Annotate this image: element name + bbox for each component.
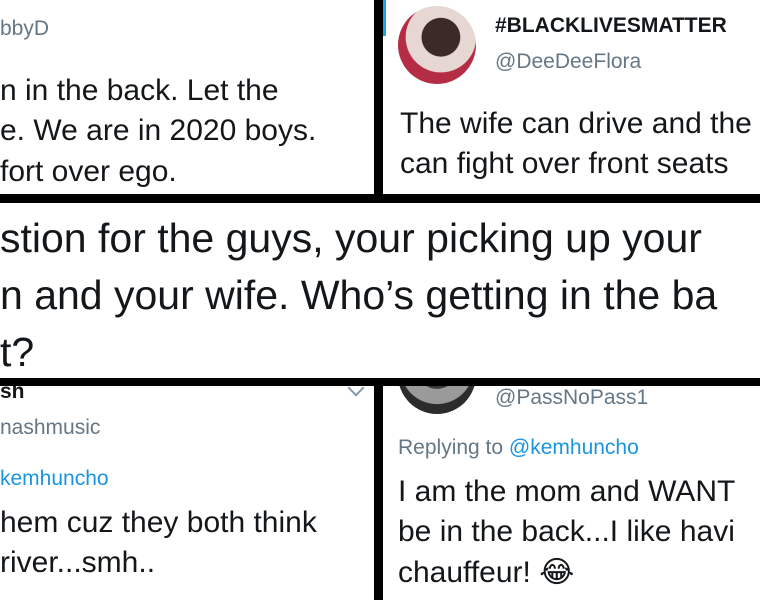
tweet-text-line-2: river...smh.. — [0, 546, 156, 579]
tweet-text-line-3: fort over ego. — [0, 155, 177, 188]
author-handle[interactable]: @PassNoPass1 — [495, 386, 648, 410]
tweet-text-line-1: The wife can drive and the — [400, 107, 752, 140]
replying-to-label: Replying to @kemhuncho — [398, 436, 639, 460]
tweet-panel-middle: stion for the guys, your picking up your… — [0, 203, 760, 378]
display-name[interactable]: sh — [0, 386, 25, 404]
reply-mention[interactable]: @kemhuncho — [509, 436, 639, 459]
tweet-panel-bottom-right: @PassNoPass1 Replying to @kemhuncho I am… — [383, 386, 760, 600]
display-name[interactable]: #BLACKLIVESMATTER — [495, 14, 727, 38]
tears-of-joy-icon: 😂 — [539, 556, 575, 589]
tweet-text-line-1: hem cuz they both think — [0, 506, 317, 539]
tweet-text-line-1: I am the mom and WANT — [398, 475, 736, 508]
author-handle[interactable]: @DeeDeeFlora — [495, 50, 641, 74]
question-line-3: t? — [0, 329, 35, 375]
tweet-text-line-2: e. We are in 2020 boys. — [0, 114, 317, 147]
tweet-text-line-1: n in the back. Let the — [0, 74, 279, 107]
thread-line — [383, 0, 386, 36]
reply-mention[interactable]: kemhuncho — [0, 467, 109, 491]
tweet-text-line-3: chauffeur! 😂 — [398, 555, 574, 590]
avatar[interactable] — [398, 6, 476, 84]
avatar[interactable] — [398, 386, 476, 414]
author-handle[interactable]: nashmusic — [0, 416, 100, 440]
chevron-down-icon[interactable] — [347, 386, 365, 397]
question-line-1: stion for the guys, your picking up your — [0, 215, 702, 261]
replying-prefix: Replying to — [398, 436, 504, 459]
question-line-2: n and your wife. Who’s getting in the ba — [0, 272, 718, 318]
author-handle[interactable]: bbyD — [0, 17, 49, 41]
tweet-text-line-2: be in the back...I like havi — [398, 515, 735, 548]
tweet-panel-bottom-left: sh nashmusic kemhuncho hem cuz they both… — [0, 386, 374, 600]
tweet-text-line-3-text: chauffeur! — [398, 556, 531, 589]
tweet-panel-top-left: bbyD n in the back. Let the e. We are in… — [0, 0, 374, 194]
tweet-panel-top-right: #BLACKLIVESMATTER @DeeDeeFlora The wife … — [383, 0, 760, 194]
tweet-text-line-2: can fight over front seats — [400, 147, 729, 180]
